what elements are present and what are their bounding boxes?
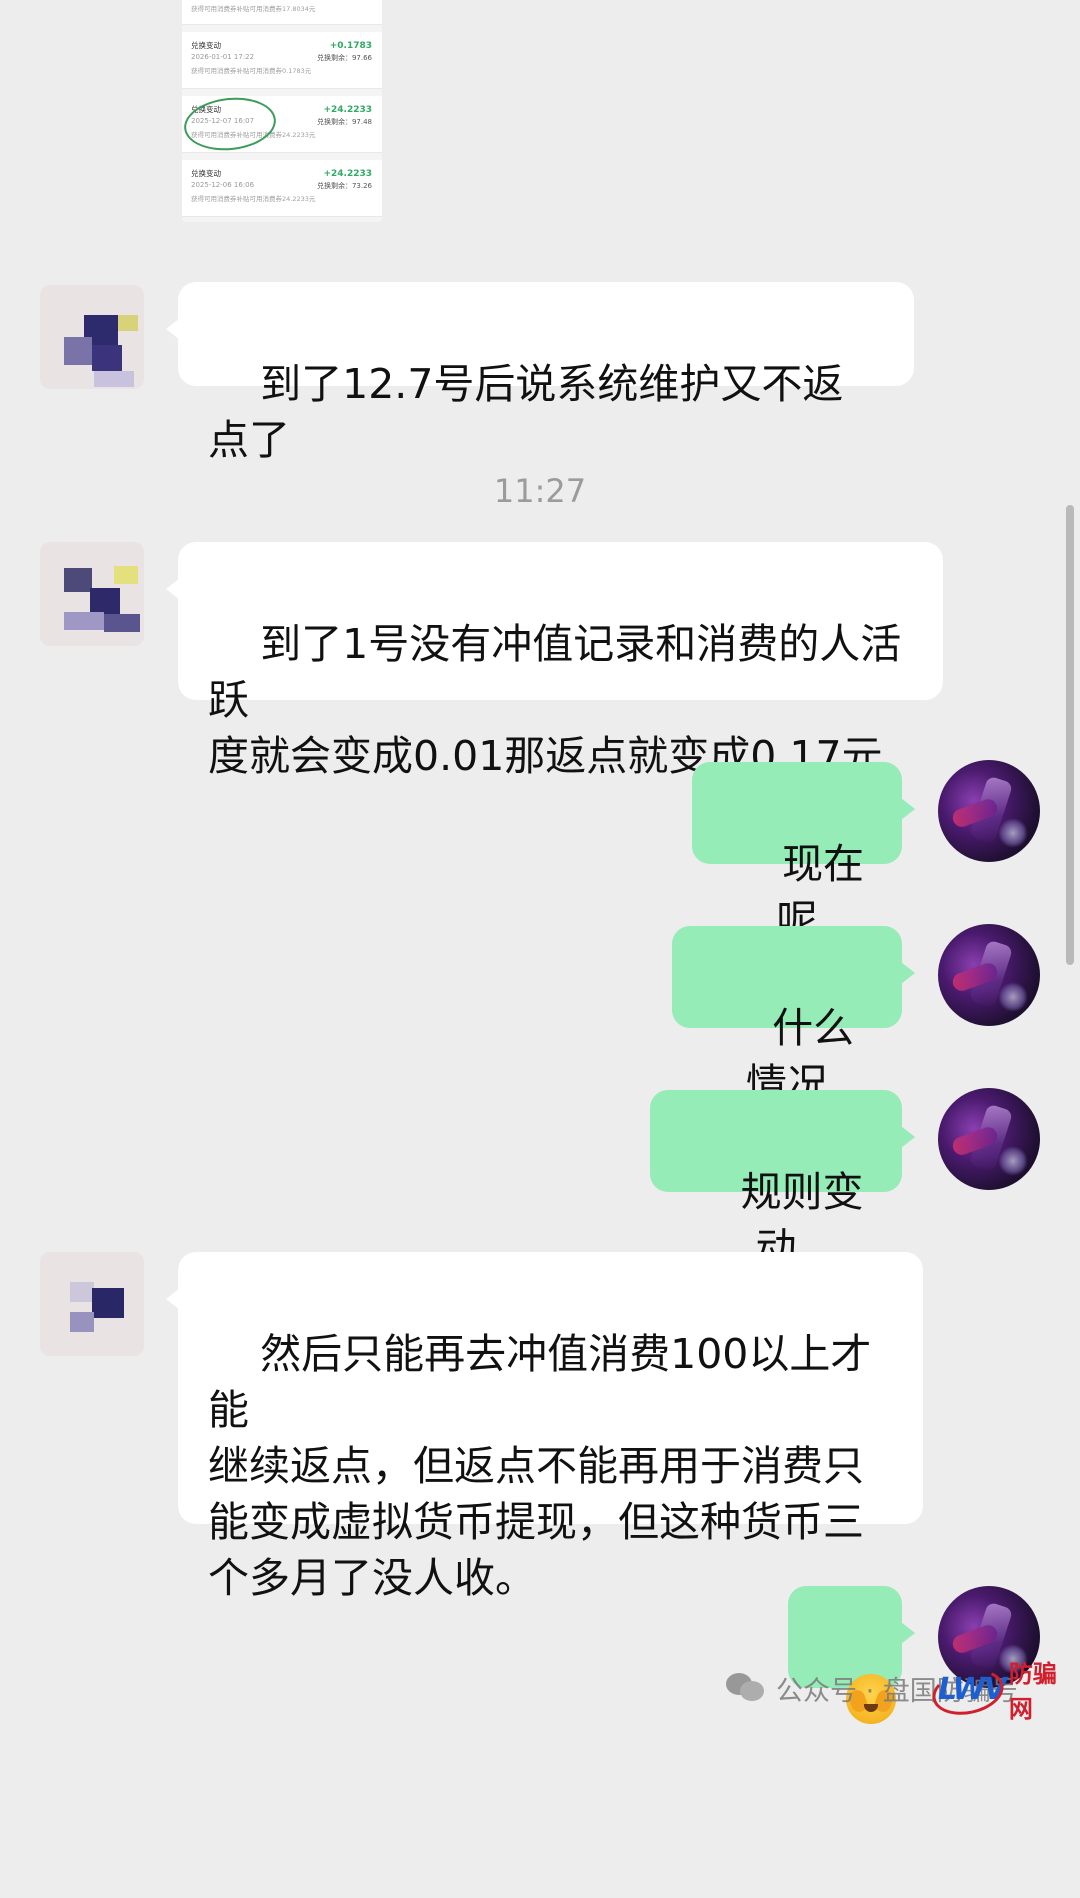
user-avatar[interactable] [938,1088,1040,1190]
shared-screenshot-image[interactable]: 获得可用消费券补贴可用消费券17.8034元 兑换变动 2026-01-01 1… [182,0,382,222]
scrollbar[interactable] [1066,505,1074,965]
highlight-circle-mark [182,93,279,155]
message-bubble-incoming[interactable]: 然后只能再去冲值消费100以上才能 继续返点，但返点不能再用于消费只 能变成虚拟… [166,1252,923,1602]
record-amount: +24.2233 [323,105,372,115]
record-card: 兑换变动 2025-12-06 16:06 +24.2233 兑换剩余：73.2… [182,160,382,217]
message-bubble-outgoing[interactable]: 现在呢 [692,762,915,944]
message-text: 然后只能再去冲值消费100以上才能 继续返点，但返点不能再用于消费只 能变成虚拟… [208,1330,872,1602]
user-avatar[interactable] [938,760,1040,862]
record-amount: +24.2233 [323,169,372,179]
message-bubble-incoming[interactable]: 到了1号没有冲值记录和消费的人活跃 度就会变成0.01那返点就变成0.17元 [166,542,943,780]
message-bubble-outgoing[interactable]: 规则变动 [650,1090,915,1272]
message-bubble-incoming[interactable]: 到了12.7号后说系统维护又不返点了 [166,282,914,464]
record-desc: 获得可用消费券补贴可用消费券0.1783元 [191,67,312,75]
message-text: 到了1号没有冲值记录和消费的人活跃 度就会变成0.01那返点就变成0.17元 [208,620,902,780]
contact-avatar[interactable] [40,285,144,389]
record-card: 获得可用消费券补贴可用消费券17.8034元 [182,0,382,25]
contact-avatar[interactable] [40,542,144,646]
logo-text: 防骗网 [1008,1660,1057,1723]
wechat-icon [726,1673,766,1703]
record-desc: 获得可用消费券补贴可用消费券17.8034元 [191,5,316,13]
record-remain: 兑换剩余：97.48 [316,118,372,126]
contact-avatar[interactable] [40,1252,144,1356]
anti-fraud-logo: LWV 防骗网 [928,1660,1080,1723]
record-title: 兑换变动 [191,41,221,50]
record-title: 兑换变动 [191,169,221,178]
record-time: 2026-01-01 17:22 [191,53,255,61]
record-amount: +0.1783 [329,41,372,51]
record-time: 2025-12-06 16:06 [191,181,255,189]
message-text: 到了12.7号后说系统维护又不返点了 [208,360,844,464]
record-card: 兑换变动 2025-12-07 16:07 +24.2233 兑换剩余：97.4… [182,93,382,155]
chat-window: 获得可用消费券补贴可用消费券17.8034元 兑换变动 2026-01-01 1… [0,0,1080,1731]
record-card: 兑换变动 2026-01-01 17:22 +0.1783 兑换剩余：97.66… [182,32,382,89]
message-timestamp: 11:27 [493,472,587,510]
record-remain: 兑换剩余：97.66 [316,54,372,62]
user-avatar[interactable] [938,924,1040,1026]
record-desc: 获得可用消费券补贴可用消费券24.2233元 [191,195,316,203]
message-bubble-outgoing[interactable]: 什么情况 [672,926,915,1108]
record-remain: 兑换剩余：73.26 [316,182,372,190]
